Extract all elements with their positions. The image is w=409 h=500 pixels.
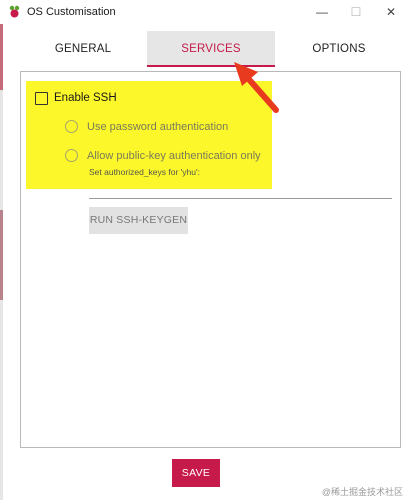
authorized-keys-field[interactable] xyxy=(89,198,392,199)
authorized-keys-label: Set authorized_keys for 'yhu': xyxy=(89,167,200,177)
save-button[interactable]: SAVE xyxy=(172,459,220,487)
public-key-auth-label[interactable]: Allow public-key authentication only xyxy=(87,150,261,162)
window-title: OS Customisation xyxy=(27,6,116,18)
background-window-edge xyxy=(0,0,3,500)
raspberry-pi-icon xyxy=(9,5,20,18)
tab-bar: GENERAL SERVICES OPTIONS xyxy=(20,31,408,67)
enable-ssh-checkbox[interactable] xyxy=(35,92,48,105)
maximize-button[interactable]: ☐ xyxy=(346,4,366,20)
password-auth-label[interactable]: Use password authentication xyxy=(87,121,228,133)
minimize-button[interactable]: — xyxy=(312,4,332,20)
tab-services-label: SERVICES xyxy=(181,43,241,55)
run-ssh-keygen-button[interactable]: RUN SSH-KEYGEN xyxy=(89,207,188,234)
enable-ssh-label[interactable]: Enable SSH xyxy=(54,92,117,104)
title-bar: OS Customisation — ☐ ✕ xyxy=(0,0,409,24)
close-button[interactable]: ✕ xyxy=(381,4,401,20)
tab-general[interactable]: GENERAL xyxy=(20,31,146,67)
public-key-auth-radio[interactable] xyxy=(65,149,78,162)
tab-services[interactable]: SERVICES xyxy=(147,31,275,67)
watermark: @稀土掘金技术社区 xyxy=(321,487,403,497)
password-auth-radio[interactable] xyxy=(65,120,78,133)
active-tab-indicator xyxy=(147,65,275,67)
tab-options[interactable]: OPTIONS xyxy=(276,31,402,67)
